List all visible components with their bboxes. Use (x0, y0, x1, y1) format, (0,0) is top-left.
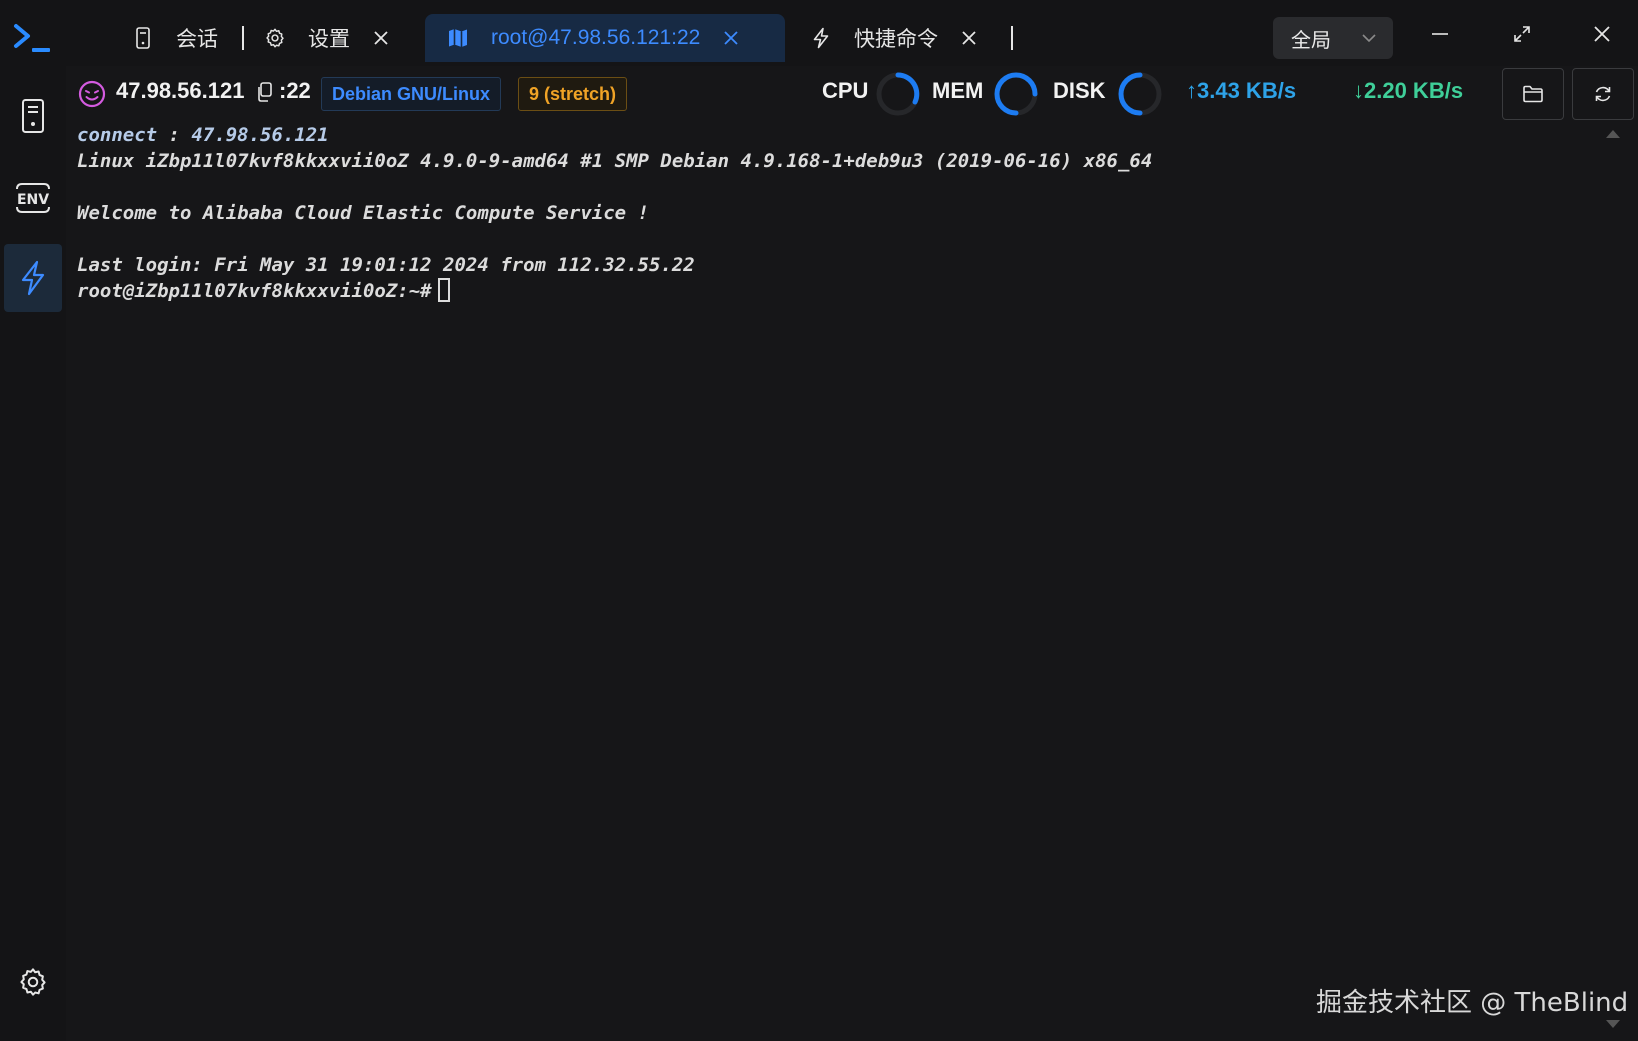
upload-speed: ↑3.43 KB/s (1186, 78, 1297, 103)
watermark: 掘金技术社区 @ TheBlind (1316, 988, 1629, 1018)
tab-label: root@47.98.56.121:22 (491, 26, 701, 49)
terminal-prompt: root@iZbp11l07kvf8kkxxvii0oZ:~# (77, 280, 432, 302)
connect-value: 47.98.56.121 (191, 124, 329, 146)
gear-icon (20, 968, 46, 996)
folder-icon (1523, 85, 1543, 103)
tab-divider (1011, 26, 1013, 50)
chevron-down-icon (1362, 34, 1376, 43)
connection-info-bar: 47.98.56.121 :22 Debian GNU/Linux 9 (str… (66, 66, 1638, 126)
cpu-label: CPU (822, 78, 869, 103)
tab-label: 会话 (176, 28, 218, 51)
connect-key: connect (77, 124, 158, 146)
copy-icon[interactable] (256, 81, 274, 103)
expand-icon (1514, 26, 1530, 42)
connect-separator: : (157, 124, 192, 146)
minimize-button[interactable] (1426, 20, 1454, 48)
sidebar-item-env[interactable]: ENV (4, 164, 62, 232)
refresh-icon (1595, 86, 1611, 102)
sidebar-item-quick-commands[interactable] (4, 244, 62, 312)
reconnect-button[interactable] (1572, 68, 1634, 120)
tab-settings[interactable]: 设置 (264, 14, 390, 62)
disk-usage-ring (1118, 72, 1162, 116)
host-port: :22 (279, 78, 311, 103)
tab-sessions[interactable]: 会话 (132, 14, 218, 62)
cpu-usage-ring (876, 72, 920, 116)
close-icon[interactable] (960, 29, 978, 47)
server-icon (132, 27, 154, 49)
scope-select[interactable]: 全局 (1273, 17, 1393, 59)
terminal-prompt-line: root@iZbp11l07kvf8kkxxvii0oZ:~# (77, 278, 1597, 304)
os-badge: Debian GNU/Linux (321, 77, 502, 111)
mem-label: MEM (932, 78, 984, 103)
download-speed: ↓2.20 KB/s (1353, 78, 1464, 103)
tab-label: 设置 (308, 28, 350, 51)
terminal-cursor (437, 278, 450, 302)
svg-text:ENV: ENV (17, 192, 49, 208)
terminal-line: Last login: Fri May 31 19:01:12 2024 fro… (77, 254, 695, 276)
version-badge: 9 (stretch) (518, 77, 628, 111)
terminal-line: Welcome to Alibaba Cloud Elastic Compute… (77, 202, 649, 224)
left-sidebar: ENV (0, 66, 66, 1041)
terminal-output[interactable]: connect : 47.98.56.121 Linux iZbp11l07kv… (77, 122, 1597, 304)
sftp-folder-button[interactable] (1502, 68, 1564, 120)
close-icon[interactable] (372, 29, 390, 47)
server-icon (22, 99, 44, 133)
title-bar: 会话 设置 root@47.98.56.121:22 快捷命令 全局 (0, 0, 1638, 66)
disk-label: DISK (1053, 78, 1106, 103)
scroll-down-arrow[interactable] (1606, 1020, 1620, 1028)
maximize-button[interactable] (1508, 20, 1536, 48)
tab-label: 快捷命令 (854, 28, 938, 51)
gear-icon (264, 27, 286, 49)
mem-usage-ring (994, 72, 1038, 116)
map-icon (447, 27, 469, 49)
minimize-icon (1432, 33, 1448, 35)
app-window: 会话 设置 root@47.98.56.121:22 快捷命令 全局 ENV 4… (0, 0, 1638, 1041)
lightning-icon (810, 27, 832, 49)
tab-divider (242, 26, 244, 50)
env-icon: ENV (16, 183, 50, 213)
lightning-icon (21, 260, 45, 296)
sidebar-item-settings[interactable] (4, 948, 62, 1016)
terminal-logo-icon (14, 24, 50, 52)
scope-select-value: 全局 (1291, 29, 1331, 52)
close-window-button[interactable] (1588, 20, 1616, 48)
close-icon[interactable] (722, 29, 740, 47)
tab-ssh-session[interactable]: root@47.98.56.121:22 (425, 14, 785, 62)
close-icon (1594, 26, 1610, 42)
terminal-line: connect : 47.98.56.121 (77, 122, 1597, 148)
smiley-icon (78, 80, 106, 108)
sidebar-item-servers[interactable] (4, 82, 62, 150)
terminal-line: Linux iZbp11l07kvf8kkxxvii0oZ 4.9.0-9-am… (77, 150, 1153, 172)
host-ip: 47.98.56.121 (116, 78, 245, 103)
tab-quick-commands[interactable]: 快捷命令 (810, 14, 978, 62)
scroll-up-arrow[interactable] (1606, 130, 1620, 138)
